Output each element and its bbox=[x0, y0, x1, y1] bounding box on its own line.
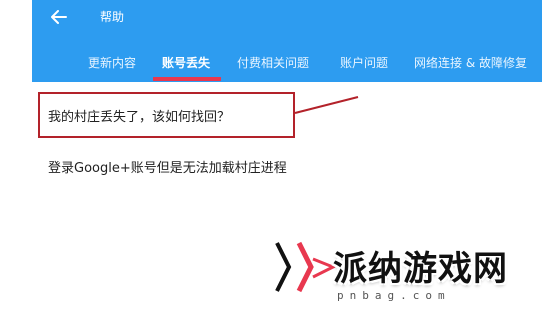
watermark-text: 派纳游戏网 bbox=[333, 249, 508, 289]
page-title: 帮助 bbox=[100, 10, 125, 24]
tab-payment[interactable]: 付费相关问题 bbox=[237, 54, 309, 71]
app-bar: 帮助 更新内容 账号丢失 付费相关问题 账户问题 网络连接 & 故障修复 bbox=[32, 0, 542, 82]
tab-updates[interactable]: 更新内容 bbox=[88, 54, 136, 71]
tab-account-issues[interactable]: 账户问题 bbox=[340, 54, 388, 71]
active-tab-indicator bbox=[153, 77, 221, 81]
back-button[interactable] bbox=[44, 2, 74, 32]
tab-bar: 更新内容 账号丢失 付费相关问题 账户问题 网络连接 & 故障修复 bbox=[32, 48, 542, 82]
left-margin bbox=[0, 0, 32, 310]
faq-item-google-login[interactable]: 登录Google+账号但是无法加载村庄进程 bbox=[48, 157, 287, 176]
watermark-url: pnbag.com bbox=[337, 289, 451, 302]
tab-network[interactable]: 网络连接 & 故障修复 bbox=[414, 54, 527, 71]
arrow-left-icon bbox=[51, 10, 67, 24]
watermark-logo-icon bbox=[275, 241, 337, 293]
tab-account-lost[interactable]: 账号丢失 bbox=[162, 54, 210, 71]
annotation-box bbox=[38, 92, 295, 138]
watermark: 派纳游戏网 pnbag.com bbox=[275, 235, 550, 310]
